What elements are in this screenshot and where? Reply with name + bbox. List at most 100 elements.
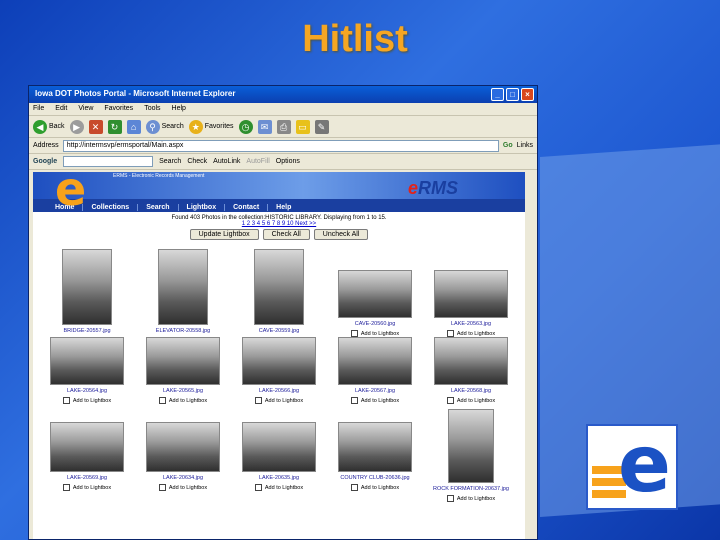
photo-filename[interactable]: COUNTRY CLUB-20636.jpg bbox=[340, 475, 409, 481]
menu-tools[interactable]: Tools bbox=[144, 105, 160, 113]
photo-thumbnail[interactable] bbox=[338, 422, 412, 472]
photo-thumbnail[interactable] bbox=[146, 337, 220, 385]
photo-filename[interactable]: CAVE-20559.jpg bbox=[259, 328, 300, 334]
nav-collections[interactable]: Collections bbox=[83, 203, 139, 211]
add-to-lightbox-checkbox[interactable]: Add to Lightbox bbox=[62, 484, 111, 491]
add-to-lightbox-checkbox[interactable]: Add to Lightbox bbox=[446, 397, 496, 404]
photo-filename[interactable]: CAVE-20560.jpg bbox=[355, 321, 396, 327]
photo-thumbnail[interactable] bbox=[158, 249, 208, 325]
menu-favorites[interactable]: Favorites bbox=[104, 105, 133, 113]
back-button[interactable]: ◀ Back bbox=[33, 119, 65, 134]
address-input[interactable]: http://intermsvp/ermsportal/Main.aspx bbox=[62, 139, 499, 152]
checkbox-icon[interactable] bbox=[158, 484, 166, 491]
maximize-button[interactable]: □ bbox=[506, 88, 519, 101]
favorites-button[interactable]: ★ Favorites bbox=[188, 119, 234, 134]
folder-icon[interactable]: ▭ bbox=[295, 119, 310, 134]
go-button[interactable]: Go bbox=[503, 142, 513, 149]
stop-icon[interactable]: ✕ bbox=[88, 119, 103, 134]
nav-search[interactable]: Search bbox=[138, 203, 179, 211]
photo-filename[interactable]: LAKE-20567.jpg bbox=[355, 388, 395, 394]
checkbox-icon[interactable] bbox=[254, 397, 262, 404]
add-to-lightbox-checkbox[interactable]: Add to Lightbox bbox=[254, 484, 303, 491]
uncheck-all-button[interactable]: Uncheck All bbox=[313, 229, 369, 240]
add-to-lightbox-checkbox[interactable]: Add to Lightbox bbox=[350, 397, 400, 404]
add-to-lightbox-checkbox[interactable]: Add to Lightbox bbox=[350, 484, 399, 491]
nav-help[interactable]: Help bbox=[268, 204, 299, 211]
mail-icon[interactable]: ✉ bbox=[257, 119, 272, 134]
print-icon[interactable]: ⎙ bbox=[276, 119, 291, 134]
photo-thumbnail[interactable] bbox=[338, 337, 412, 385]
photo-thumbnail[interactable] bbox=[146, 422, 220, 472]
photo-filename[interactable]: LAKE-20564.jpg bbox=[67, 388, 107, 394]
links-label[interactable]: Links bbox=[517, 142, 533, 149]
google-search-button[interactable]: Search bbox=[159, 158, 181, 165]
photo-filename[interactable]: LAKE-20566.jpg bbox=[259, 388, 299, 394]
photo-thumbnail[interactable] bbox=[50, 337, 124, 385]
google-autofill-button[interactable]: AutoFill bbox=[246, 158, 269, 165]
photo-thumbnail[interactable] bbox=[242, 337, 316, 385]
photo-filename[interactable]: BRIDGE-20557.jpg bbox=[63, 328, 110, 334]
photo-thumbnail[interactable] bbox=[338, 270, 412, 318]
photo-thumbnail[interactable] bbox=[254, 249, 304, 325]
checkbox-icon[interactable] bbox=[350, 397, 358, 404]
check-all-button[interactable]: Check All bbox=[262, 229, 310, 240]
photo-thumbnail[interactable] bbox=[62, 249, 112, 325]
search-button[interactable]: ⚲ Search bbox=[145, 119, 184, 134]
close-button[interactable]: × bbox=[521, 88, 534, 101]
add-to-lightbox-label: Add to Lightbox bbox=[360, 330, 400, 337]
photo-filename[interactable]: ELEVATOR-20558.jpg bbox=[156, 328, 210, 334]
photo-item: CAVE-20560.jpg Add to Lightbox bbox=[331, 249, 419, 337]
photo-thumbnail[interactable] bbox=[242, 422, 316, 472]
photo-filename[interactable]: LAKE-20563.jpg bbox=[451, 321, 491, 327]
photo-thumbnail[interactable] bbox=[50, 422, 124, 472]
photo-thumbnail[interactable] bbox=[448, 409, 494, 483]
photo-filename[interactable]: LAKE-20634.jpg bbox=[163, 475, 203, 481]
add-to-lightbox-checkbox[interactable]: Add to Lightbox bbox=[158, 484, 207, 491]
checkbox-icon[interactable] bbox=[62, 397, 70, 404]
google-search-input[interactable] bbox=[63, 156, 154, 167]
add-to-lightbox-checkbox[interactable]: Add to Lightbox bbox=[446, 495, 495, 502]
checkbox-icon[interactable] bbox=[350, 484, 358, 491]
google-autolink-button[interactable]: AutoLink bbox=[213, 158, 240, 165]
forward-arrow-icon[interactable]: ▶ bbox=[69, 119, 84, 134]
nav-lightbox[interactable]: Lightbox bbox=[179, 203, 226, 211]
update-lightbox-button[interactable]: Update Lightbox bbox=[189, 229, 259, 240]
photo-item: LAKE-20568.jpg Add to Lightbox bbox=[427, 337, 515, 409]
photo-thumbnail[interactable] bbox=[434, 337, 508, 385]
add-to-lightbox-checkbox[interactable]: Add to Lightbox bbox=[446, 330, 495, 337]
add-to-lightbox-checkbox[interactable]: Add to Lightbox bbox=[254, 397, 303, 404]
checkbox-icon[interactable] bbox=[158, 397, 166, 404]
menu-edit[interactable]: Edit bbox=[55, 105, 67, 113]
photo-filename[interactable]: LAKE-20635.jpg bbox=[259, 475, 299, 481]
add-to-lightbox-label: Add to Lightbox bbox=[456, 397, 496, 404]
menu-help[interactable]: Help bbox=[172, 105, 186, 113]
photo-filename[interactable]: LAKE-20569.jpg bbox=[67, 475, 107, 481]
checkbox-icon[interactable] bbox=[446, 397, 454, 404]
checkbox-icon[interactable] bbox=[446, 330, 454, 337]
refresh-icon[interactable]: ↻ bbox=[107, 119, 122, 134]
photo-item: CAVE-20559.jpgAdd to Lightbox bbox=[235, 249, 323, 344]
photo-filename[interactable]: LAKE-20568.jpg bbox=[451, 388, 491, 394]
photo-item: LAKE-20565.jpg Add to Lightbox bbox=[139, 337, 227, 409]
add-to-lightbox-checkbox[interactable]: Add to Lightbox bbox=[350, 330, 400, 337]
checkbox-icon[interactable] bbox=[446, 495, 454, 502]
google-check-button[interactable]: Check bbox=[187, 158, 207, 165]
add-to-lightbox-checkbox[interactable]: Add to Lightbox bbox=[62, 397, 111, 404]
add-to-lightbox-checkbox[interactable]: Add to Lightbox bbox=[158, 397, 207, 404]
checkbox-icon[interactable] bbox=[254, 484, 262, 491]
photo-filename[interactable]: LAKE-20565.jpg bbox=[163, 388, 203, 394]
google-options-button[interactable]: Options bbox=[276, 158, 300, 165]
menu-file[interactable]: File bbox=[33, 105, 44, 113]
history-icon[interactable]: ◷ bbox=[238, 119, 253, 134]
checkbox-icon[interactable] bbox=[350, 330, 358, 337]
checkbox-icon[interactable] bbox=[62, 484, 70, 491]
nav-contact[interactable]: Contact bbox=[225, 203, 269, 211]
home-icon[interactable]: ⌂ bbox=[126, 119, 141, 134]
add-to-lightbox-label: Add to Lightbox bbox=[360, 397, 400, 404]
pagination[interactable]: 1 2 3 4 5 6 7 8 9 10 Next >> bbox=[33, 221, 525, 227]
minimize-button[interactable]: _ bbox=[491, 88, 504, 101]
photo-thumbnail[interactable] bbox=[434, 270, 508, 318]
edit-icon[interactable]: ✎ bbox=[314, 119, 329, 134]
menu-view[interactable]: View bbox=[78, 105, 93, 113]
photo-filename[interactable]: ROCK FORMATION-20637.jpg bbox=[433, 486, 509, 492]
